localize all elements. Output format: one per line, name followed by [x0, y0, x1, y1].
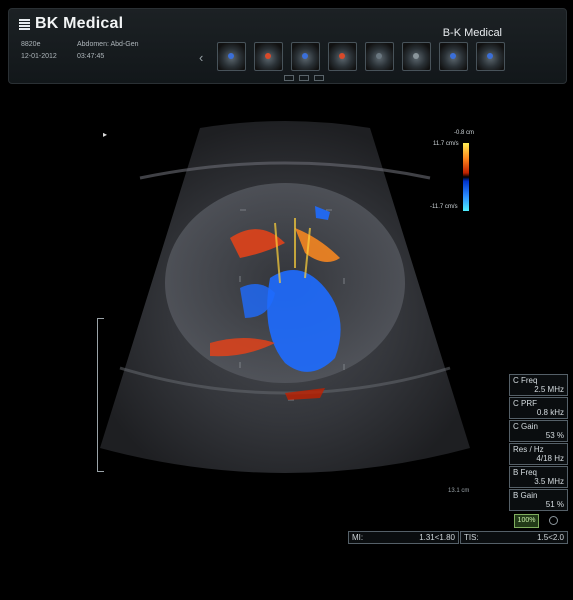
thumbnail[interactable] [291, 42, 320, 71]
parameter-panel: C Freq 2.5 MHz C PRF 0.8 kHz C Gain 53 %… [509, 374, 568, 512]
tis-value: 1.5<2.0 [537, 533, 564, 542]
color-bar-top-label: -0.8 cm [454, 130, 475, 136]
param-value: 51 % [545, 500, 564, 509]
param-name: C Freq [513, 376, 538, 385]
mi-readout: MI: 1.31<1.80 [348, 531, 459, 544]
strip-control[interactable] [299, 75, 309, 81]
param-value: 0.8 kHz [536, 408, 564, 417]
exam-date: 12-01-2012 [21, 53, 57, 60]
param-value: 3.5 MHz [534, 477, 564, 486]
param-name: B Gain [513, 491, 538, 500]
thumbnail[interactable] [217, 42, 246, 71]
ultrasound-image[interactable] [80, 118, 490, 488]
param-name: C PRF [513, 399, 537, 408]
tis-label: TIS: [464, 533, 479, 542]
param-value: 2.5 MHz [534, 385, 564, 394]
device-model: 8820e [21, 41, 41, 48]
depth-bracket [97, 318, 104, 472]
logo-icon [19, 18, 30, 30]
param-name: Res / Hz [513, 445, 544, 454]
thumbnail[interactable] [402, 42, 431, 71]
param-c-gain: C Gain 53 % [509, 420, 568, 442]
exam-preset: Abdomen: Abd-Gen [77, 41, 139, 48]
record-indicator-icon [549, 516, 558, 525]
brand-name: BK Medical [35, 15, 124, 32]
strip-control[interactable] [314, 75, 324, 81]
color-bar-max: 11.7 cm/s [433, 141, 459, 147]
mi-value: 1.31<1.80 [419, 533, 455, 542]
zoom-button[interactable]: 100% [514, 514, 539, 528]
color-bar-min: -11.7 cm/s [430, 204, 458, 210]
param-value: 4/18 Hz [536, 454, 564, 463]
thumbnail[interactable] [328, 42, 357, 71]
color-velocity-bar [463, 143, 469, 211]
exam-time: 03:47:45 [77, 53, 105, 60]
cursor-marker: ▸ [103, 130, 108, 139]
param-b-freq: B Freq 3.5 MHz [509, 466, 568, 488]
header-bar: BK Medical 8820e Abdomen: Abd-Gen 12-01-… [8, 8, 567, 84]
strip-control[interactable] [284, 75, 294, 81]
mi-label: MI: [352, 533, 364, 542]
thumbnail-strip [217, 42, 505, 71]
param-b-gain: B Gain 51 % [509, 489, 568, 511]
depth-label: 13.1 cm [448, 488, 470, 494]
brand-right: B-K Medical [442, 27, 502, 39]
tis-readout: TIS: 1.5<2.0 [460, 531, 568, 544]
param-name: C Gain [513, 422, 538, 431]
thumbnail[interactable] [439, 42, 468, 71]
param-c-prf: C PRF 0.8 kHz [509, 397, 568, 419]
thumbnail[interactable] [365, 42, 394, 71]
thumbnail[interactable] [254, 42, 283, 71]
param-c-freq: C Freq 2.5 MHz [509, 374, 568, 396]
bk-logo: BK Medical [19, 15, 123, 33]
param-name: B Freq [513, 468, 538, 477]
chevron-left-icon[interactable]: ‹ [199, 51, 203, 64]
thumbnail[interactable] [476, 42, 505, 71]
param-value: 53 % [545, 431, 564, 440]
param-res-hz: Res / Hz 4/18 Hz [509, 443, 568, 465]
